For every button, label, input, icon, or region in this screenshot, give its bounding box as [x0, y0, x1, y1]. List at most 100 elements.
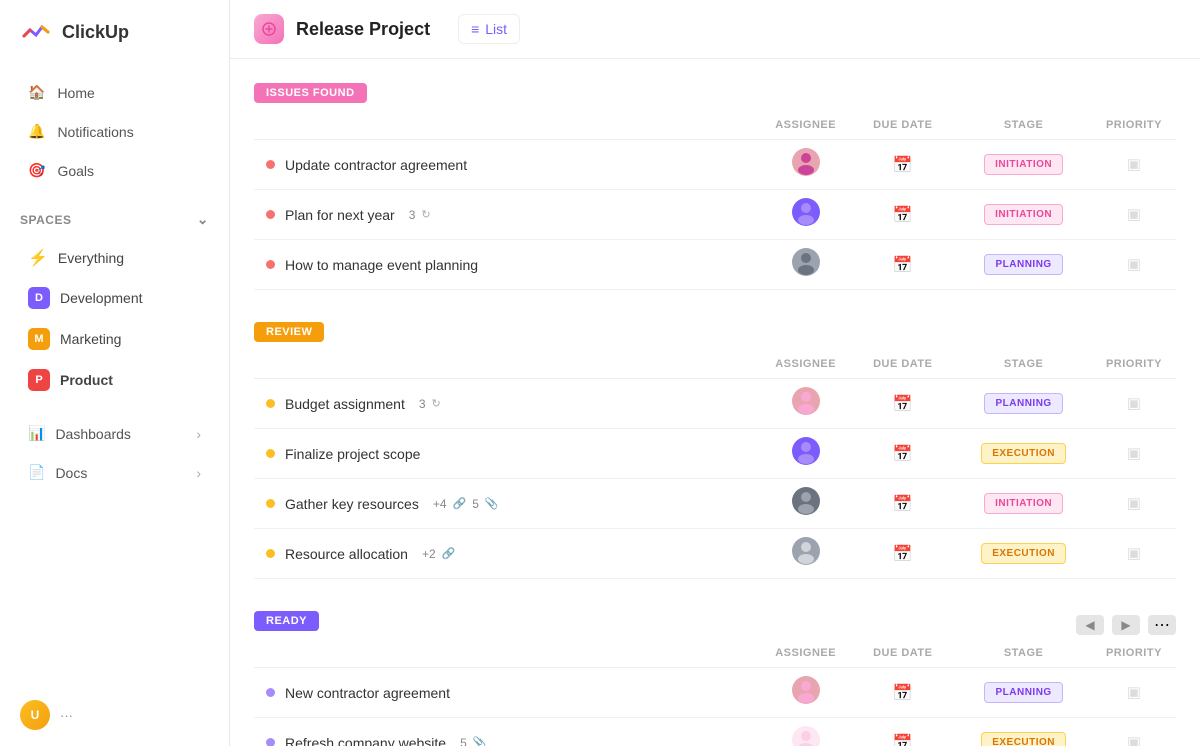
- table-row: Refresh company website 5 📎: [254, 718, 1176, 746]
- task-name-cell: Resource allocation +2 🔗: [254, 534, 761, 574]
- th-priority-2: PRIORITY: [1092, 639, 1176, 668]
- project-icon: [254, 14, 284, 44]
- priority-icon: ▣: [1127, 734, 1141, 746]
- assignee-cell: [761, 429, 850, 479]
- development-dot: D: [28, 287, 50, 309]
- task-name[interactable]: Finalize project scope: [285, 446, 420, 462]
- duedate-cell: 📅: [850, 718, 955, 746]
- task-name[interactable]: Refresh company website: [285, 735, 446, 746]
- th-assignee-0: ASSIGNEE: [761, 111, 850, 140]
- notifications-icon: 🔔: [28, 123, 45, 140]
- home-icon: 🏠: [28, 84, 45, 101]
- ctrl-btn-left[interactable]: ◀: [1076, 615, 1104, 635]
- task-name[interactable]: Update contractor agreement: [285, 157, 467, 173]
- ready-table: ASSIGNEE DUE DATE STAGE PRIORITY New con…: [254, 639, 1176, 746]
- calendar-icon: 📅: [893, 735, 913, 746]
- group-issues-found: ISSUES FOUND ASSIGNEE DUE DATE STAGE PRI…: [254, 83, 1176, 290]
- group-review: REVIEW ASSIGNEE DUE DATE STAGE PRIORITY: [254, 322, 1176, 579]
- task-meta: +4 🔗 5 📎: [433, 497, 499, 511]
- main-content: Release Project ≡ List ISSUES FOUND ASSI…: [230, 0, 1200, 746]
- goals-icon: 🎯: [28, 162, 45, 179]
- nav-goals[interactable]: 🎯 Goals: [8, 152, 221, 189]
- task-name-cell: Refresh company website 5 📎: [254, 723, 761, 746]
- ctrl-btn-more[interactable]: ⋯: [1148, 615, 1176, 635]
- task-meta: 5 📎: [460, 736, 486, 746]
- group-ready: READY ◀ ▶ ⋯ ASSIGNEE DUE DATE STAGE PRIO…: [254, 611, 1176, 746]
- stage-badge: PLANNING: [984, 393, 1062, 414]
- avatar-svg: [792, 726, 820, 746]
- avatar: [792, 198, 820, 226]
- dashboards-icon: 📊: [28, 425, 45, 442]
- attachment-icon: 📎: [473, 736, 487, 746]
- review-badge: REVIEW: [254, 322, 324, 342]
- sidebar: ClickUp 🏠 Home 🔔 Notifications 🎯 Goals S…: [0, 0, 230, 746]
- clickup-logo-icon: [20, 16, 52, 48]
- task-name[interactable]: Plan for next year: [285, 207, 395, 223]
- space-development[interactable]: D Development: [8, 278, 221, 318]
- ctrl-btn-right[interactable]: ▶: [1112, 615, 1140, 635]
- priority-icon: ▣: [1127, 445, 1141, 462]
- priority-cell: ▣: [1092, 190, 1176, 240]
- section-docs[interactable]: 📄 Docs ›: [8, 454, 221, 491]
- priority-cell: ▣: [1092, 529, 1176, 579]
- priority-cell: ▣: [1092, 479, 1176, 529]
- priority-cell: ▣: [1092, 718, 1176, 746]
- priority-icon: ▣: [1127, 156, 1141, 173]
- task-dot: [266, 499, 275, 508]
- th-stage-1: STAGE: [955, 350, 1092, 379]
- priority-icon: ▣: [1127, 206, 1141, 223]
- dashboards-left: 📊 Dashboards: [28, 425, 131, 442]
- stage-cell: PLANNING: [955, 379, 1092, 429]
- priority-cell: ▣: [1092, 240, 1176, 290]
- table-row: Plan for next year 3 ↻: [254, 190, 1176, 240]
- spaces-label: Spaces: [20, 213, 71, 227]
- task-dot: [266, 399, 275, 408]
- duedate-cell: 📅: [850, 479, 955, 529]
- assignee-cell: [761, 479, 850, 529]
- task-dot: [266, 449, 275, 458]
- avatar: [792, 726, 820, 746]
- assignee-cell: [761, 140, 850, 190]
- avatar-svg: [792, 437, 820, 465]
- review-table-header: ASSIGNEE DUE DATE STAGE PRIORITY: [254, 350, 1176, 379]
- task-name[interactable]: How to manage event planning: [285, 257, 478, 273]
- task-name[interactable]: Budget assignment: [285, 396, 405, 412]
- spaces-header: Spaces ⌄: [0, 199, 229, 234]
- task-name[interactable]: Gather key resources: [285, 496, 419, 512]
- link-icon: 🔗: [442, 547, 456, 560]
- task-name-cell: Plan for next year 3 ↻: [254, 195, 761, 235]
- space-product-label: Product: [60, 372, 113, 388]
- th-assignee-1: ASSIGNEE: [761, 350, 850, 379]
- space-everything[interactable]: ⚡ Everything: [8, 239, 221, 277]
- section-dashboards[interactable]: 📊 Dashboards ›: [8, 415, 221, 452]
- task-dot: [266, 688, 275, 697]
- list-view-toggle[interactable]: ≡ List: [458, 14, 520, 44]
- priority-icon: ▣: [1127, 256, 1141, 273]
- calendar-icon: 📅: [893, 685, 913, 702]
- ready-table-header: ASSIGNEE DUE DATE STAGE PRIORITY: [254, 639, 1176, 668]
- group-controls: ◀ ▶ ⋯: [1076, 615, 1176, 635]
- nav-notifications[interactable]: 🔔 Notifications: [8, 113, 221, 150]
- priority-icon: ▣: [1127, 395, 1141, 412]
- space-product[interactable]: P Product: [8, 360, 221, 400]
- duedate-cell: 📅: [850, 240, 955, 290]
- top-bar: Release Project ≡ List: [230, 0, 1200, 59]
- task-name[interactable]: Resource allocation: [285, 546, 408, 562]
- spaces-collapse-icon[interactable]: ⌄: [197, 211, 209, 228]
- task-name[interactable]: New contractor agreement: [285, 685, 450, 701]
- stage-badge: INITIATION: [984, 154, 1063, 175]
- avatar-svg: [792, 487, 820, 515]
- app-name: ClickUp: [62, 22, 129, 43]
- dashboards-label: Dashboards: [55, 426, 131, 442]
- user-avatar: U: [20, 700, 50, 730]
- priority-cell: ▣: [1092, 429, 1176, 479]
- marketing-dot: M: [28, 328, 50, 350]
- nav-home[interactable]: 🏠 Home: [8, 74, 221, 111]
- spaces-list: ⚡ Everything D Development M Marketing P…: [0, 238, 229, 401]
- stage-cell: INITIATION: [955, 479, 1092, 529]
- sidebar-bottom-sections: 📊 Dashboards › 📄 Docs ›: [0, 413, 229, 493]
- assignee-cell: [761, 379, 850, 429]
- ready-group-header: READY ◀ ▶ ⋯: [254, 611, 1176, 639]
- space-marketing[interactable]: M Marketing: [8, 319, 221, 359]
- table-row: Gather key resources +4 🔗 5 📎: [254, 479, 1176, 529]
